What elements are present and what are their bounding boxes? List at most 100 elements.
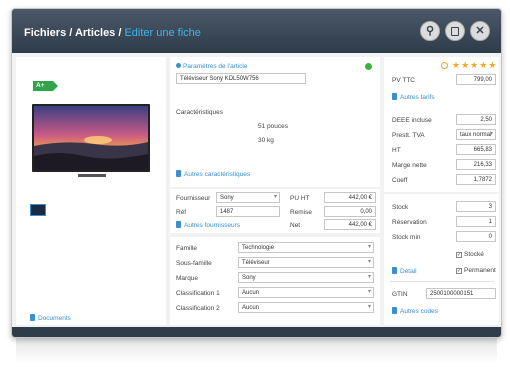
characteristics-label: Caractéristiques — [176, 109, 223, 116]
star-icon[interactable]: ★ — [452, 61, 460, 70]
ht-field[interactable]: 665,83 — [456, 144, 496, 155]
remise-field[interactable]: 0,00 — [324, 206, 376, 217]
classification-label-1: Sous-famille — [176, 260, 212, 267]
status-dot — [365, 63, 372, 70]
other-suppliers-link[interactable]: Autres fournisseurs — [176, 221, 240, 229]
star-icon[interactable]: ★ — [470, 61, 478, 70]
search-icon: ⚲ — [425, 24, 435, 37]
classification-label-4: Classification 2 — [176, 305, 220, 312]
star-icon[interactable]: ★ — [461, 61, 469, 70]
deee-field[interactable]: 2,50 — [456, 114, 496, 125]
puht-label: PU HT — [290, 195, 310, 202]
document-icon — [176, 170, 181, 177]
title-bar: Fichiers / Articles / Editer une fiche ⚲… — [12, 9, 501, 53]
stock-min-field[interactable]: 0 — [456, 231, 496, 242]
stock-field[interactable]: 3 — [456, 201, 496, 212]
other-rates-link[interactable]: Autres tarifs — [392, 93, 435, 101]
product-image[interactable] — [32, 104, 150, 172]
article-name-field[interactable]: Téléviseur Sony KDL50W756 — [176, 73, 306, 84]
classification-panel: Famille Technologie ▾ Sous-famille Télévi… — [170, 237, 380, 325]
image-panel: A+ Documents — [16, 57, 166, 325]
classification-2-select[interactable]: Aucun ▾ — [238, 302, 374, 313]
chevron-down-icon: ▾ — [367, 289, 371, 295]
divider — [390, 281, 494, 282]
pricing-label-1: Prestt. TVA — [392, 132, 425, 139]
pricing-label-0: DEEE incluse — [392, 117, 432, 124]
classification-label-2: Marque — [176, 275, 199, 282]
checkbox-checked-icon: ✓ — [456, 252, 462, 258]
chevron-down-icon: ▾ — [367, 304, 371, 310]
close-icon: ✕ — [475, 24, 485, 37]
family-select[interactable]: Technologie ▾ — [238, 242, 374, 253]
breadcrumb: Fichiers / Articles / Editer une fiche — [24, 27, 201, 39]
stock-label-2: Stock min — [392, 234, 421, 241]
energy-label-badge: A+ — [33, 81, 58, 91]
stock-label-0: Stock — [392, 204, 409, 211]
checkbox-checked-icon: ✓ — [456, 268, 462, 274]
pvttc-field[interactable]: 799,00 — [456, 74, 496, 85]
coeff-field[interactable]: 1,7872 — [456, 174, 496, 185]
classification-1-select[interactable]: Aucun ▾ — [238, 287, 374, 298]
breadcrumb-current: Editer une fiche — [124, 27, 201, 39]
pricing-label-3: Marge nette — [392, 162, 427, 169]
bottom-bar — [12, 327, 501, 337]
documents-link[interactable]: Documents — [30, 314, 71, 322]
other-characteristics-link[interactable]: Autres caractéristiques — [176, 170, 250, 178]
puht-field[interactable]: 442,00 € — [324, 192, 376, 203]
supplier-select[interactable]: Sony ▾ — [216, 192, 280, 203]
ref-label: Réf — [176, 209, 187, 216]
star-icon[interactable]: ★ — [488, 61, 496, 70]
stock-panel: Stock 3 Réservation 1 Stock min 0 ✓ Stock… — [384, 194, 499, 325]
reservation-field[interactable]: 1 — [456, 216, 496, 227]
parameters-heading: Paramètres de l'article — [176, 63, 247, 70]
supplier-label: Fournisseur — [176, 195, 211, 202]
document-icon — [392, 307, 397, 314]
detail-link[interactable]: Détail — [392, 267, 417, 275]
stocke-checkbox[interactable]: ✓ Stocké — [456, 251, 484, 258]
net-margin-field[interactable]: 216,33 — [456, 159, 496, 170]
gtin-field[interactable]: 2500100000151 — [426, 288, 496, 299]
app-window: Fichiers / Articles / Editer une fiche ⚲… — [11, 8, 502, 338]
characteristic-size: 51 pouces — [258, 123, 288, 130]
classification-label-0: Famille — [176, 245, 197, 252]
close-button[interactable]: ✕ — [470, 21, 490, 41]
gtin-label: GTIN — [392, 291, 408, 298]
pricing-label-4: Coeff — [392, 177, 408, 184]
breadcrumb-root[interactable]: Fichiers / Articles / — [24, 27, 124, 39]
net-field[interactable]: 442,00 € — [324, 219, 376, 230]
ref-field[interactable]: 1487 — [216, 206, 280, 217]
document-icon — [392, 93, 397, 100]
permanent-checkbox[interactable]: ✓ Permanent — [456, 267, 496, 274]
star-icon[interactable]: ★ — [479, 61, 487, 70]
characteristic-weight: 30 kg — [258, 137, 274, 144]
search-button[interactable]: ⚲ — [420, 21, 440, 41]
image-thumbnail[interactable] — [30, 204, 46, 216]
chevron-down-icon: ▾ — [367, 274, 371, 280]
tv-screen-landscape — [34, 106, 148, 170]
rating-stars[interactable]: ★ ★ ★ ★ ★ — [452, 61, 496, 70]
chevron-down-icon: ▾ — [273, 194, 277, 200]
net-label: Net — [290, 222, 301, 229]
chevron-down-icon: ▾ — [489, 131, 493, 137]
floppy-disk-icon — [451, 26, 459, 36]
stock-label-1: Réservation — [392, 219, 427, 226]
vat-select[interactable]: taux normal ▾ — [456, 129, 496, 140]
tag-icon — [176, 63, 181, 68]
pvttc-label: PV TTC — [392, 77, 415, 84]
parameters-panel: Paramètres de l'article Téléviseur Sony … — [170, 57, 380, 187]
pricing-label-2: HT — [392, 147, 401, 154]
tv-stand — [78, 174, 106, 177]
other-codes-link[interactable]: Autres codes — [392, 307, 438, 315]
chevron-down-icon: ▾ — [367, 259, 371, 265]
window-reflection — [16, 338, 497, 364]
supplier-panel: Fournisseur Sony ▾ Réf 1487 Autres fourni… — [170, 189, 380, 233]
save-button[interactable] — [445, 21, 465, 41]
chevron-down-icon: ▾ — [367, 244, 371, 250]
reset-rating-icon[interactable] — [441, 62, 448, 69]
brand-select[interactable]: Sony ▾ — [238, 272, 374, 283]
document-icon — [30, 314, 35, 321]
remise-label: Remise — [290, 209, 313, 216]
classification-label-3: Classification 1 — [176, 290, 220, 297]
document-icon — [176, 221, 181, 228]
subfamily-select[interactable]: Téléviseur ▾ — [238, 257, 374, 268]
